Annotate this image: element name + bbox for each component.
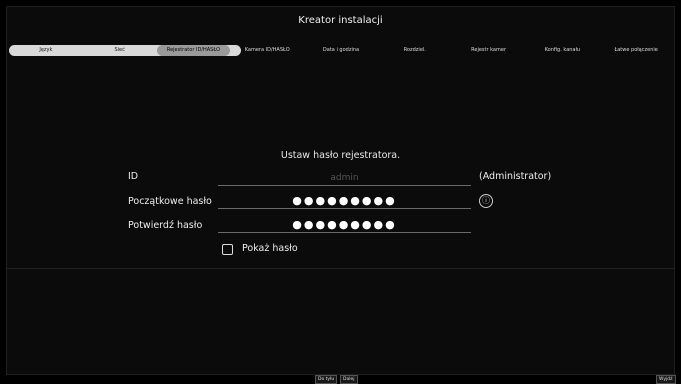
confirm-password-label: Potwierdź hasło	[128, 220, 203, 231]
step-language[interactable]: Język	[9, 45, 83, 56]
step-camera-registration[interactable]: Rejestr kamer	[452, 45, 526, 56]
id-label: ID	[128, 171, 139, 182]
initial-password-field[interactable]: ●●●●●●●●●	[218, 194, 471, 209]
step-channel-config[interactable]: Konfig. kanału	[525, 45, 599, 56]
next-button[interactable]: Dalej	[340, 375, 358, 384]
id-field: admin	[218, 171, 471, 186]
window-title: Kreator instalacji	[298, 15, 383, 26]
installer-window	[6, 6, 675, 375]
step-recorder-id-password[interactable]: Rejestrator ID/HASŁO	[156, 45, 231, 56]
form-heading: Ustaw hasło rejestratora.	[280, 150, 401, 161]
administrator-note: (Administrator)	[479, 171, 552, 182]
wizard-steps: Język Sieć Rejestrator ID/HASŁO Kamera I…	[9, 45, 673, 56]
show-password-checkbox[interactable]	[222, 244, 233, 255]
step-date-time[interactable]: Data i godzina	[304, 45, 378, 56]
confirm-password-field[interactable]: ●●●●●●●●●	[218, 218, 471, 233]
exit-button[interactable]: Wyjdź	[656, 375, 676, 384]
section-divider	[6, 268, 675, 269]
initial-password-label: Początkowe hasło	[128, 196, 212, 207]
step-resolution[interactable]: Rozdziel.	[378, 45, 452, 56]
show-password-label[interactable]: Pokaż hasło	[242, 243, 298, 254]
step-network[interactable]: Sieć	[83, 45, 157, 56]
step-easy-connection[interactable]: Łatwe połączenie	[599, 45, 673, 56]
info-icon[interactable]: ⓘ	[479, 194, 493, 208]
step-camera-id-password[interactable]: Kamera ID/HASŁO	[230, 45, 304, 56]
back-button[interactable]: Do tyłu	[315, 375, 338, 384]
